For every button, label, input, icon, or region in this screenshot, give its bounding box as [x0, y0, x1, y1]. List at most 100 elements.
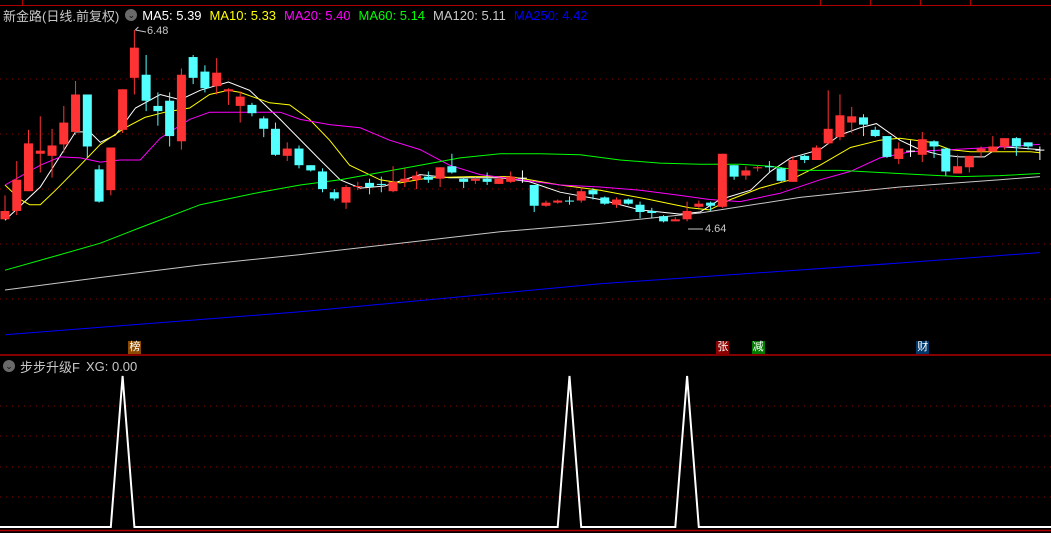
- candle-body: [506, 176, 516, 182]
- candle-body: [729, 165, 739, 177]
- candle: [882, 136, 892, 158]
- chevron-down-icon[interactable]: ⌄: [125, 9, 138, 21]
- candle: [953, 154, 963, 174]
- candle-body: [1035, 149, 1045, 151]
- candle-body: [306, 165, 316, 171]
- candle: [823, 90, 833, 145]
- candle-body: [882, 136, 892, 157]
- candle-body: [412, 175, 422, 180]
- candle: [988, 136, 998, 152]
- candle-body: [988, 146, 998, 152]
- candle: [176, 68, 186, 150]
- candle-body: [659, 216, 669, 222]
- candle-body: [612, 199, 622, 205]
- candle-body: [282, 148, 292, 156]
- candle: [858, 114, 868, 137]
- candle-body: [141, 74, 151, 101]
- high-low-annotations: [135, 26, 703, 230]
- candle-body: [858, 117, 868, 125]
- candle: [270, 122, 280, 156]
- candlesticks: [0, 30, 1045, 223]
- candle-body: [764, 166, 774, 168]
- candle-body: [635, 204, 645, 212]
- candle: [94, 165, 104, 203]
- candle-body: [376, 183, 386, 185]
- candle-body: [929, 141, 939, 147]
- candle: [294, 145, 304, 169]
- candle-body: [482, 178, 492, 182]
- ma120-label: MA120: 5.11: [433, 7, 506, 23]
- candle: [694, 200, 704, 208]
- candle-body: [71, 94, 81, 132]
- event-marker[interactable]: 张: [716, 341, 730, 354]
- candle: [12, 161, 22, 216]
- candle-body: [953, 166, 963, 174]
- chevron-down-icon[interactable]: ⌄: [3, 360, 15, 372]
- candle: [906, 140, 916, 157]
- candle-body: [106, 147, 116, 191]
- candle-body: [24, 143, 34, 192]
- candle-body: [588, 190, 598, 195]
- candle: [941, 147, 951, 176]
- indicator-panel: [0, 375, 1051, 528]
- candle: [835, 94, 845, 141]
- candle: [223, 88, 233, 105]
- candle-body: [894, 148, 904, 159]
- candle: [1035, 146, 1045, 160]
- candle: [141, 54, 151, 112]
- candle: [506, 171, 516, 183]
- candle: [541, 200, 551, 207]
- event-marker[interactable]: 榜: [128, 341, 142, 354]
- ma20-label: MA20: 5.40: [284, 7, 351, 23]
- candle-body: [365, 182, 375, 188]
- candle: [423, 171, 433, 183]
- candle-body: [188, 57, 198, 78]
- candle-body: [800, 155, 810, 160]
- candle-body: [776, 168, 786, 181]
- candle: [459, 176, 469, 189]
- candle-body: [541, 202, 551, 206]
- indicator-legend: ⌄ 步步升级F XG: 0.00: [3, 357, 137, 375]
- high-arrow: [135, 26, 139, 31]
- event-marker[interactable]: 减: [751, 341, 765, 354]
- candle-body: [353, 186, 363, 188]
- candle: [600, 196, 610, 205]
- candle: [470, 177, 480, 184]
- kline-chart[interactable]: [0, 0, 1051, 533]
- candle-body: [600, 197, 610, 204]
- candle: [647, 207, 657, 219]
- candle-body: [1023, 142, 1033, 147]
- candle-body: [235, 96, 245, 106]
- candle: [71, 80, 81, 136]
- candle-body: [94, 169, 104, 202]
- candle-body: [153, 105, 163, 112]
- candle: [612, 197, 622, 208]
- candle-body: [247, 104, 257, 114]
- candle: [776, 167, 786, 182]
- candle: [729, 165, 739, 180]
- candle-body: [529, 184, 539, 206]
- indicator-title: 步步升级F: [20, 359, 80, 375]
- candle: [365, 178, 375, 195]
- candle: [553, 199, 563, 204]
- candle-body: [294, 148, 304, 166]
- candle: [635, 201, 645, 219]
- candle-body: [47, 145, 57, 156]
- candle-body: [212, 72, 222, 87]
- candle-body: [12, 179, 22, 211]
- ma250-line: [4, 252, 1040, 336]
- high-arrow: [135, 29, 147, 33]
- candle: [576, 187, 586, 203]
- candle: [212, 58, 222, 95]
- candle-body: [223, 89, 233, 92]
- candle: [188, 54, 198, 85]
- candle-body: [847, 116, 857, 123]
- candle: [917, 131, 927, 163]
- event-marker[interactable]: 财: [916, 341, 930, 354]
- candle-body: [329, 192, 339, 199]
- candle-body: [753, 167, 763, 169]
- candle: [318, 168, 328, 193]
- candle: [529, 184, 539, 212]
- candle-body: [976, 148, 986, 152]
- candle-body: [318, 171, 328, 190]
